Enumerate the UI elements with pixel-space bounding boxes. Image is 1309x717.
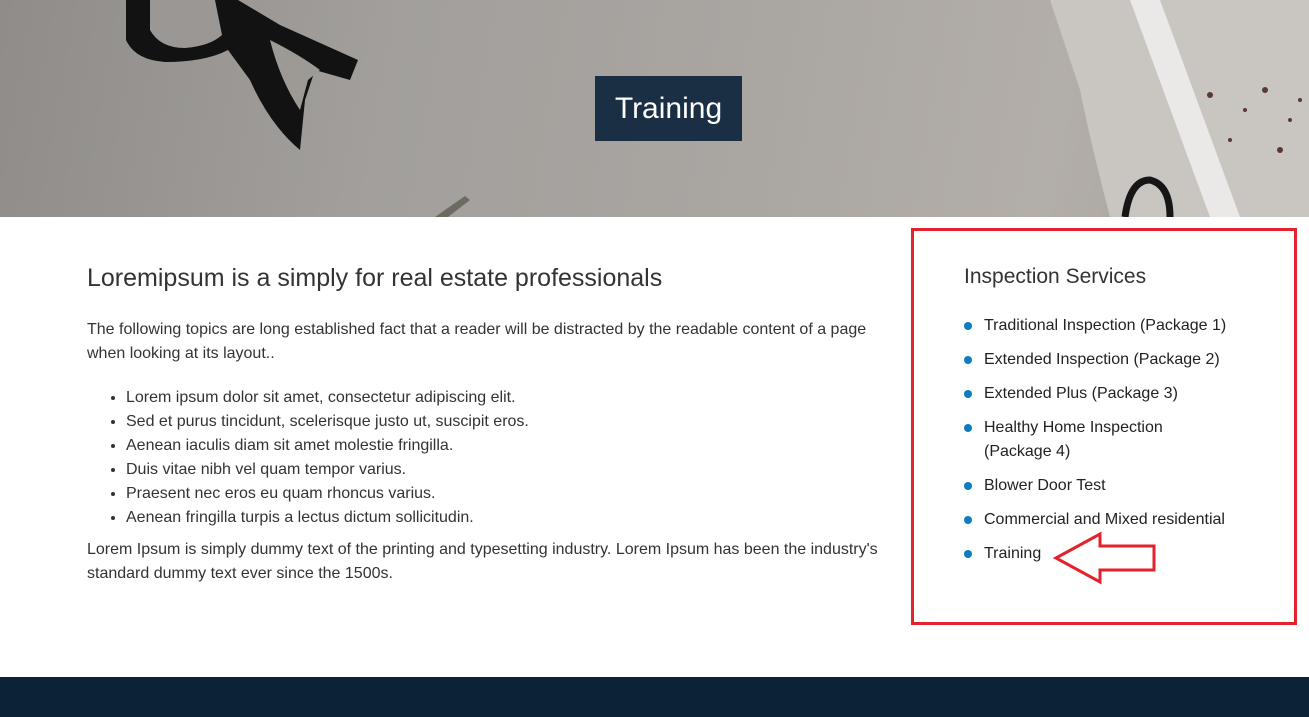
list-item: Praesent nec eros eu quam rhoncus varius…: [126, 482, 887, 506]
page-title-box: Training: [595, 76, 742, 141]
bullet-icon: [964, 550, 972, 558]
bullet-icon: [964, 516, 972, 524]
list-item: Duis vitae nibh vel quam tempor varius.: [126, 458, 887, 482]
sidebar-item-extended-inspection[interactable]: Extended Inspection (Package 2): [964, 348, 1254, 372]
bullet-icon: [964, 356, 972, 364]
sidebar-item-healthy-home-inspection[interactable]: Healthy Home Inspection (Package 4): [964, 416, 1184, 464]
sidebar-link[interactable]: Extended Plus (Package 3): [984, 385, 1178, 402]
bullet-icon: [964, 322, 972, 330]
sidebar-link[interactable]: Healthy Home Inspection (Package 4): [984, 419, 1163, 460]
bullet-icon: [964, 390, 972, 398]
services-list: Traditional Inspection (Package 1) Exten…: [964, 314, 1254, 566]
main-content: Loremipsum is a simply for real estate p…: [87, 262, 887, 586]
topics-list: Lorem ipsum dolor sit amet, consectetur …: [87, 386, 887, 530]
list-item: Lorem ipsum dolor sit amet, consectetur …: [126, 386, 887, 410]
sidebar-item-extended-plus[interactable]: Extended Plus (Package 3): [964, 382, 1254, 406]
sidebar-item-blower-door-test[interactable]: Blower Door Test: [964, 474, 1254, 498]
sidebar-link[interactable]: Training: [984, 545, 1041, 562]
sidebar-item-commercial-mixed-residential[interactable]: Commercial and Mixed residential: [964, 508, 1254, 532]
annotation-arrow-icon: [1053, 531, 1156, 585]
content-heading: Loremipsum is a simply for real estate p…: [87, 264, 663, 292]
bullet-icon: [964, 482, 972, 490]
outro-paragraph: Lorem Ipsum is simply dummy text of the …: [87, 541, 878, 582]
sidebar-item-traditional-inspection[interactable]: Traditional Inspection (Package 1): [964, 314, 1254, 338]
sidebar-link[interactable]: Traditional Inspection (Package 1): [984, 317, 1226, 334]
list-item: Aenean iaculis diam sit amet molestie fr…: [126, 434, 887, 458]
hero-banner: Training: [0, 0, 1309, 217]
footer-bar: [0, 677, 1309, 717]
sidebar-heading: Inspection Services: [964, 265, 1147, 288]
list-item: Sed et purus tincidunt, scelerisque just…: [126, 410, 887, 434]
sidebar-link[interactable]: Blower Door Test: [984, 477, 1106, 494]
page-title: Training: [614, 91, 723, 125]
bullet-icon: [964, 424, 972, 432]
inspection-services-sidebar: Inspection Services Traditional Inspecti…: [964, 262, 1254, 576]
sidebar-link[interactable]: Commercial and Mixed residential: [984, 511, 1225, 528]
intro-paragraph: The following topics are long establishe…: [87, 321, 867, 362]
sidebar-link[interactable]: Extended Inspection (Package 2): [984, 351, 1220, 368]
list-item: Aenean fringilla turpis a lectus dictum …: [126, 506, 887, 530]
